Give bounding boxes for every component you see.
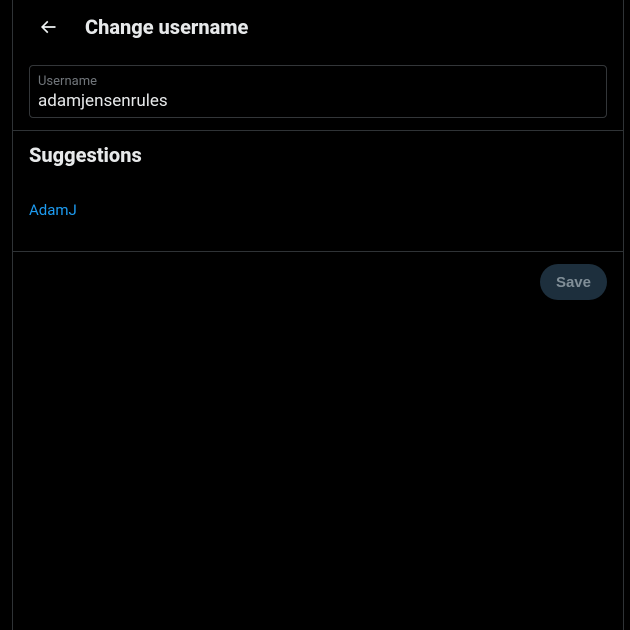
- save-button[interactable]: Save: [540, 264, 607, 300]
- username-label: Username: [38, 74, 598, 89]
- username-field[interactable]: Username: [29, 65, 607, 118]
- header: Change username: [13, 0, 623, 53]
- settings-panel: Change username Username Suggestions Ada…: [12, 0, 624, 630]
- suggestions-title: Suggestions: [29, 143, 607, 167]
- suggestions-section: Suggestions AdamJ: [13, 131, 623, 252]
- arrow-left-icon: [38, 17, 58, 37]
- suggestion-label: AdamJ: [29, 201, 77, 219]
- save-row: Save: [13, 252, 623, 312]
- page-title: Change username: [85, 15, 248, 39]
- username-field-wrap: Username: [13, 53, 623, 131]
- back-button[interactable]: [31, 10, 65, 44]
- username-input[interactable]: [38, 91, 598, 111]
- suggestion-item[interactable]: AdamJ: [29, 197, 607, 235]
